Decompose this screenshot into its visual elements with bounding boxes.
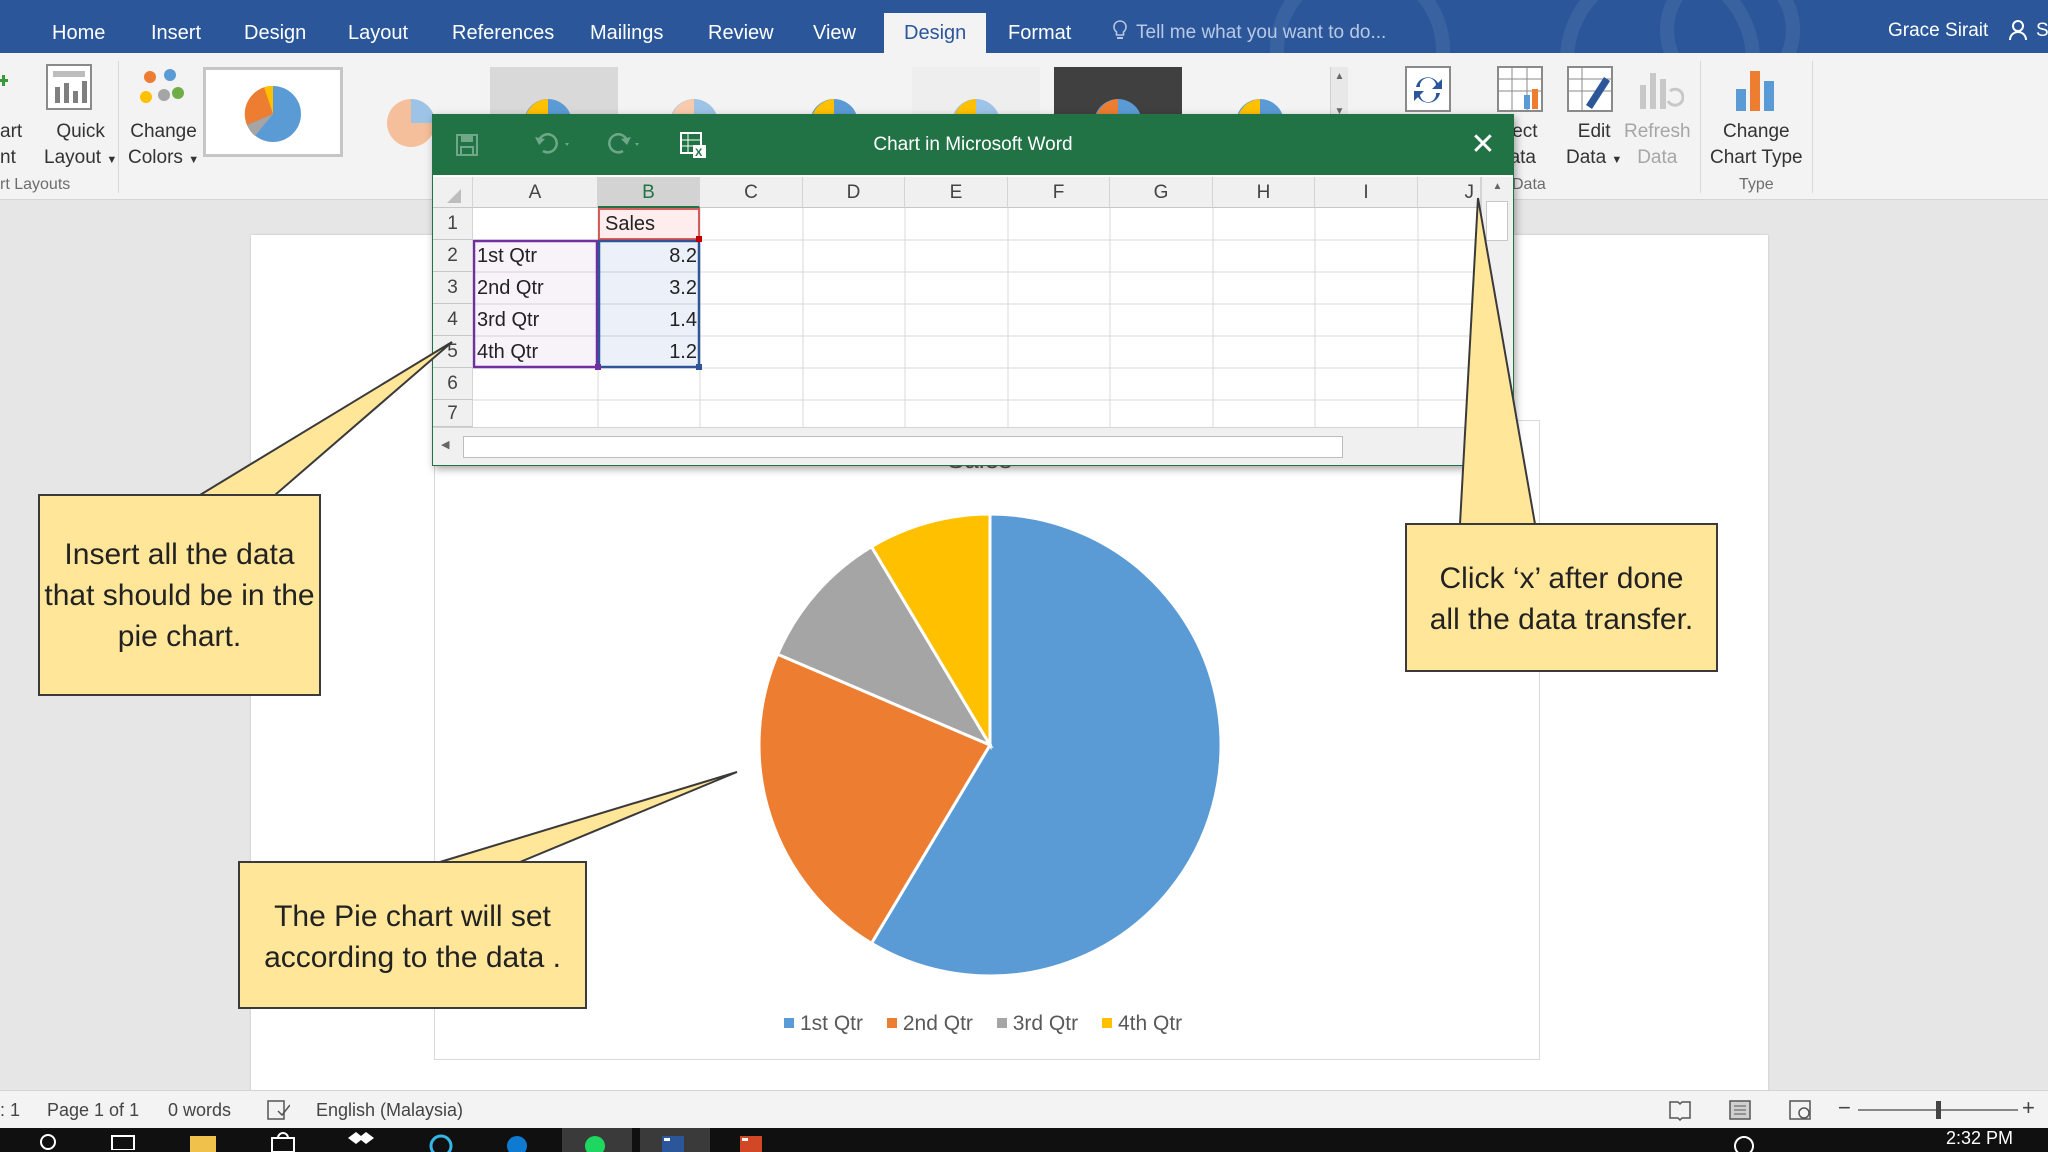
system-tray-icon[interactable] <box>1730 1130 1758 1152</box>
callout-pointer <box>1458 197 1537 525</box>
browser-icon[interactable] <box>424 1130 458 1152</box>
section-indicator[interactable]: : 1 <box>0 1100 20 1121</box>
word-app-icon[interactable] <box>656 1130 690 1152</box>
spotify-icon[interactable] <box>578 1130 612 1152</box>
print-layout-icon[interactable] <box>1728 1099 1752 1121</box>
callout-click-x: Click ‘x’ after done all the data transf… <box>1405 523 1718 672</box>
page-indicator[interactable]: Page 1 of 1 <box>47 1100 139 1121</box>
callout-pie-chart: The Pie chart will set according to the … <box>238 861 587 1009</box>
zoom-out-button[interactable]: − <box>1838 1095 1851 1121</box>
task-view-icon[interactable] <box>110 1130 136 1150</box>
callout-pointer <box>196 341 453 496</box>
read-mode-icon[interactable] <box>1668 1099 1692 1121</box>
callout-insert-data: Insert all the data that should be in th… <box>38 494 321 696</box>
search-icon[interactable] <box>38 1130 58 1150</box>
dropbox-icon[interactable] <box>344 1130 378 1152</box>
taskbar: 2:32 PM <box>0 1128 2048 1152</box>
store-icon[interactable] <box>268 1130 298 1152</box>
zoom-slider[interactable] <box>1858 1101 2018 1119</box>
status-bar: : 1 Page 1 of 1 0 words English (Malaysi… <box>0 1090 2048 1128</box>
proofing-icon[interactable] <box>266 1099 290 1121</box>
zoom-in-button[interactable]: + <box>2022 1095 2035 1121</box>
powerpoint-app-icon[interactable] <box>734 1130 768 1152</box>
callout-pointer <box>439 771 738 863</box>
word-count[interactable]: 0 words <box>168 1100 231 1121</box>
file-explorer-icon[interactable] <box>188 1130 218 1152</box>
zoom-slider-thumb[interactable] <box>1936 1101 1941 1119</box>
clock[interactable]: 2:32 PM <box>1946 1128 2013 1149</box>
skype-icon[interactable] <box>502 1130 532 1152</box>
language-indicator[interactable]: English (Malaysia) <box>316 1100 463 1121</box>
web-layout-icon[interactable] <box>1788 1099 1812 1121</box>
